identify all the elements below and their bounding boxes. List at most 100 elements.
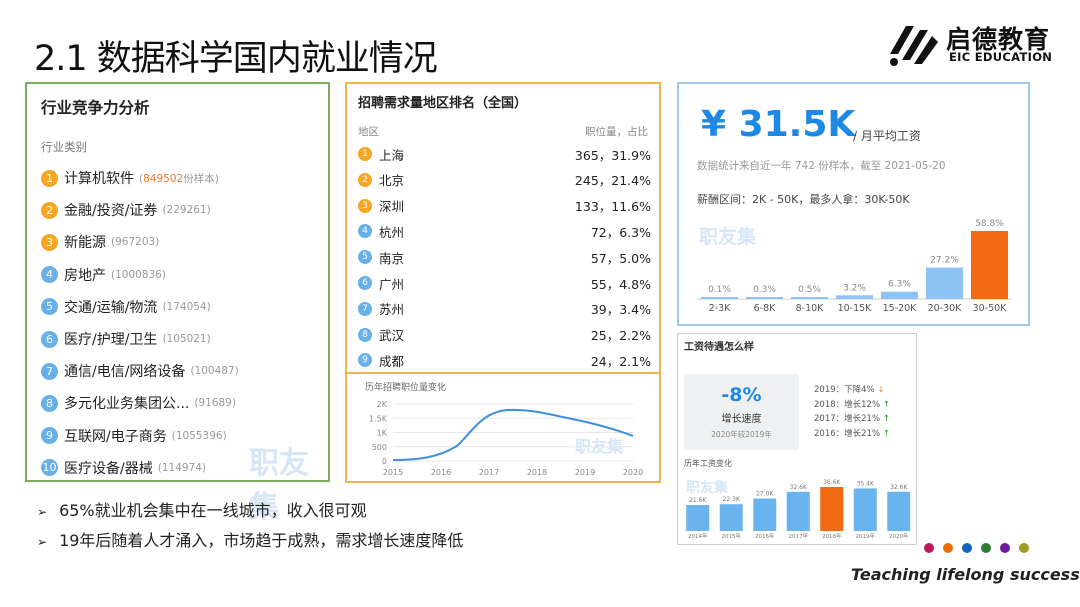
rank-badge: 9 <box>358 353 372 368</box>
growth-panel: 工资待遇怎么样 -8% 增长速度 2020年较2019年 2019：下降4% ↓… <box>677 333 917 545</box>
bullet-text: 19年后随着人才涌入，市场趋于成熟，需求增长速度降低 <box>59 531 464 550</box>
region-row: 8 武汉 25，2.2% <box>358 325 651 345</box>
region-row: 3 深圳 133，11.6% <box>358 196 651 216</box>
region-value: 133，11.6% <box>574 199 651 215</box>
rank-badge: 9 <box>41 427 58 445</box>
rank-badge: 2 <box>41 201 58 219</box>
industry-name: 多元化业务集团公... <box>64 396 190 413</box>
color-dot <box>981 543 991 553</box>
region-value: 24，2.1% <box>590 353 651 369</box>
rank-badge: 2 <box>358 172 372 187</box>
bar-category-label: 6-8K <box>754 303 777 314</box>
bullet-marker: ➢ <box>37 535 48 549</box>
region-name: 苏州 <box>379 302 405 318</box>
bar-value-label: 3.2% <box>843 283 866 293</box>
region-value: 72，6.3% <box>590 224 651 240</box>
bar-year-label: 2016年 <box>755 532 775 540</box>
bar-value-label: 35.4K <box>857 480 875 487</box>
rank-badge: 6 <box>41 330 58 348</box>
region-name: 深圳 <box>379 199 405 215</box>
region-value: 39，3.4% <box>590 302 651 318</box>
region-row: 5 南京 57，5.0% <box>358 247 651 267</box>
industry-count: (1000836) <box>111 268 166 281</box>
industry-item: 1 计算机软件 (849502份样本) <box>41 167 219 189</box>
rank-badge: 3 <box>358 198 372 213</box>
industry-name: 医疗/护理/卫生 <box>64 332 158 348</box>
salary-history-chart: 21.6K 2014年 22.3K 2015年 27.0K 2016年 32.6K 2017年… <box>686 479 911 540</box>
salary-bar <box>881 291 918 299</box>
region-name: 南京 <box>379 250 405 266</box>
industry-title: 行业竞争力分析 <box>41 99 150 117</box>
industry-subtitle: 行业类别 <box>41 140 87 154</box>
region-value: 25，2.2% <box>590 328 651 344</box>
rank-badge: 7 <box>41 362 58 380</box>
rank-badge: 1 <box>41 169 58 187</box>
bar-value-label: 21.6K <box>689 497 707 504</box>
x-tick-label: 2020 <box>623 468 643 477</box>
region-name: 上海 <box>379 147 405 163</box>
color-dot <box>943 543 953 553</box>
bar-value-label: 58.8% <box>975 219 1004 229</box>
color-dot <box>1000 543 1010 553</box>
bar-value-label: 32.6K <box>890 484 908 491</box>
bar-category-label: 20-30K <box>928 303 963 314</box>
industry-item: 5 交通/运输/物流 (174054) <box>41 296 211 318</box>
industry-item: 9 互联网/电子商务 (1055396) <box>41 425 227 447</box>
color-dots <box>924 543 1029 553</box>
bar-year-label: 2014年 <box>688 532 708 540</box>
region-col-header: 地区 <box>358 126 379 138</box>
industry-panel: 行业竞争力分析 行业类别 1 计算机软件 (849502份样本) 2 金融/投资/证券 (… <box>25 82 330 525</box>
industry-count: (91689) <box>194 397 236 410</box>
count-suffix: 份样本) <box>183 172 219 185</box>
industry-item: 2 金融/投资/证券 (229261) <box>41 199 211 221</box>
bar-value-label: 0.1% <box>708 285 731 295</box>
region-row: 7 苏州 39，3.4% <box>358 299 651 319</box>
y-tick-label: 0 <box>382 457 387 466</box>
history-bar <box>786 491 810 531</box>
history-bar <box>686 505 710 531</box>
y-tick-label: 2K <box>377 400 388 409</box>
history-bar <box>887 491 911 531</box>
bar-category-label: 15-20K <box>883 303 918 314</box>
rank-badge: 4 <box>41 266 58 284</box>
region-row: 1 上海 365，31.9% <box>358 144 651 164</box>
industry-count: (174054) <box>162 300 211 313</box>
industry-count: (229261) <box>162 204 211 217</box>
bar-value-label: 36.6K <box>823 479 841 486</box>
rank-badge: 5 <box>41 298 58 316</box>
region-name: 杭州 <box>379 224 405 240</box>
region-value: 245，21.4% <box>574 173 651 189</box>
trend-panel: 历年招聘职位量变化 2K 1.5K 1K 500 0 2015 2016 2017 2018 20… <box>345 372 661 483</box>
bar-value-label: 27.2% <box>930 256 959 266</box>
salary-panel: ¥ 31.5K / 月平均工资 数据统计来自近一年 742 份样本，截至 202… <box>677 82 1030 326</box>
rank-badge: 1 <box>358 147 372 161</box>
region-row: 4 杭州 72，6.3% <box>358 221 651 241</box>
industry-item: 4 房地产 (1000836) <box>41 264 166 286</box>
industry-item: 8 多元化业务集团公... (91689) <box>41 392 236 414</box>
industry-item: 3 新能源 (967203) <box>41 231 159 253</box>
bar-year-label: 2020年 <box>889 532 909 540</box>
bar-category-label: 2-3K <box>709 303 732 314</box>
count-highlight: 849502 <box>143 172 184 185</box>
history-bar <box>753 498 777 531</box>
region-row: 6 广州 55，4.8% <box>358 273 651 293</box>
x-tick-label: 2015 <box>383 468 403 477</box>
logo-text-en: EIC EDUCATION <box>949 50 1053 64</box>
industry-count: (967203) <box>111 236 160 249</box>
history-bar <box>820 487 844 531</box>
industry-name: 计算机软件 <box>64 171 134 187</box>
bullet-2: ➢ 19年后随着人才涌入，市场趋于成熟，需求增长速度降低 <box>37 527 463 551</box>
value-col-header: 职位量，占比 <box>585 126 648 138</box>
region-panel: 招聘需求量地区排名（全国） 地区 职位量，占比 1 上海 365，31.9% 2 北京 2… <box>345 82 661 372</box>
history-bar <box>719 504 743 531</box>
x-tick-label: 2016 <box>431 468 451 477</box>
salary-bar <box>926 267 963 299</box>
y-tick-label: 500 <box>372 443 387 452</box>
bar-year-label: 2015年 <box>722 532 742 540</box>
bar-value-label: 0.3% <box>753 285 776 295</box>
rank-badge: 8 <box>41 394 58 412</box>
salary-bar <box>836 295 873 299</box>
industry-item: 10 医疗设备/器械 (114974) <box>41 457 206 479</box>
salary-bar <box>701 297 738 299</box>
region-value: 57，5.0% <box>590 250 651 266</box>
